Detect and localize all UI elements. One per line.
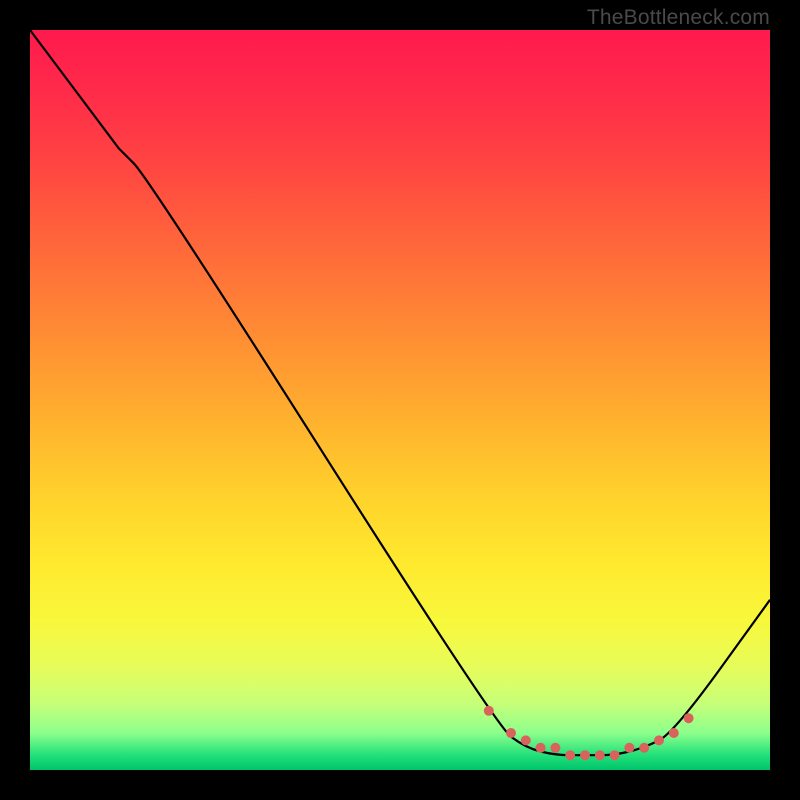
curve-layer [30,30,770,755]
marker-dot [565,750,575,760]
marker-dot [610,750,620,760]
marker-dot [684,713,694,723]
marker-dot [580,750,590,760]
plot-area [30,30,770,770]
watermark-text: TheBottleneck.com [587,6,770,30]
chart-frame: TheBottleneck.com [0,0,800,800]
marker-dot [654,735,664,745]
chart-svg [30,30,770,770]
marker-dot [550,743,560,753]
marker-dot [595,750,605,760]
bottleneck-curve [30,30,770,755]
marker-dot [536,743,546,753]
marker-dot [506,728,516,738]
marker-dot [639,743,649,753]
marker-dot [669,728,679,738]
marker-dot [624,743,634,753]
marker-dot [484,706,494,716]
marker-layer [484,706,694,760]
marker-dot [521,735,531,745]
